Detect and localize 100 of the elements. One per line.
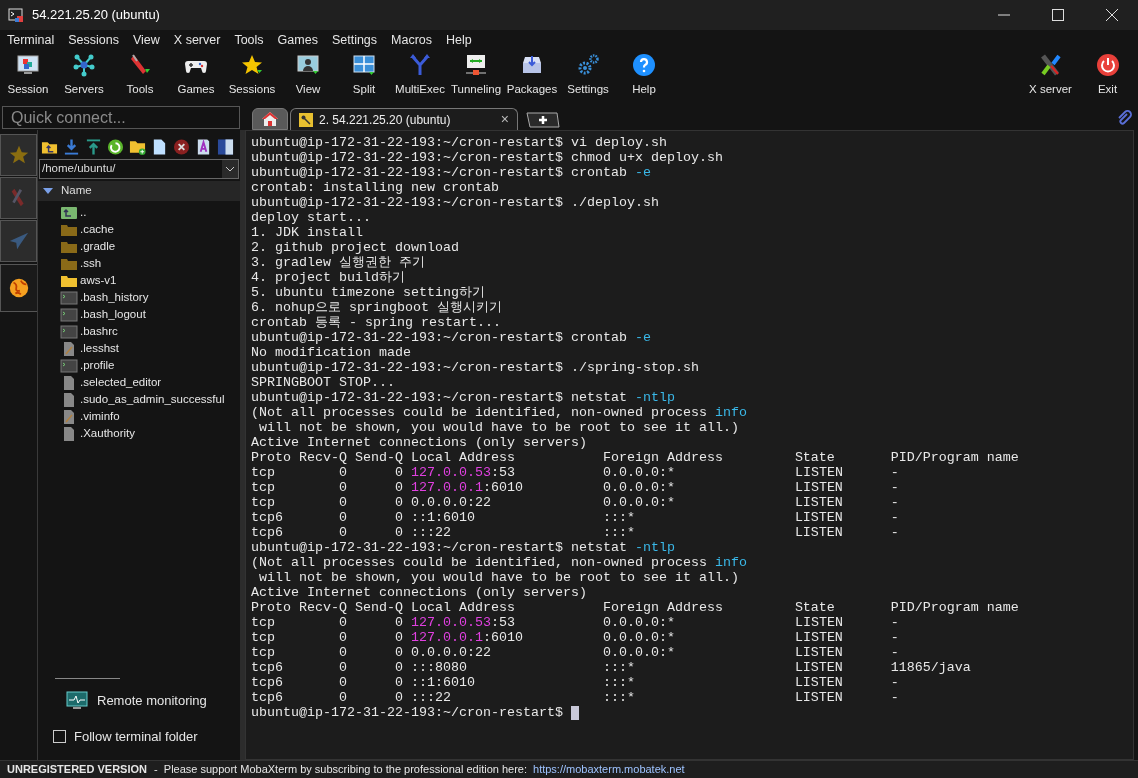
menu-item[interactable]: Help bbox=[446, 31, 472, 50]
file-item[interactable]: .Xauthority bbox=[38, 425, 240, 442]
maximize-icon[interactable] bbox=[1052, 9, 1064, 21]
terminal-line: tcp 0 0 127.0.0.53:53 0.0.0.0:* LISTEN - bbox=[251, 465, 899, 480]
cursor bbox=[570, 705, 579, 720]
knife-icon bbox=[128, 53, 152, 77]
refresh-icon[interactable] bbox=[107, 137, 124, 156]
terminal-line: tcp 0 0 0.0.0.0:22 0.0.0.0:* LISTEN - bbox=[251, 645, 899, 660]
file-item[interactable]: .. bbox=[38, 204, 240, 221]
support-message: - Please support MobaXterm by subscribing to the professional edition here: bbox=[153, 762, 527, 778]
toolbar-button[interactable]: Games bbox=[168, 53, 224, 99]
toolbar-button[interactable]: MultiExec bbox=[392, 53, 448, 99]
follow-folder-checkbox[interactable]: Follow terminal folder bbox=[53, 726, 240, 746]
menu-item[interactable]: X server bbox=[173, 31, 221, 50]
new-tab-icon[interactable] bbox=[526, 112, 560, 128]
file-item[interactable]: .cache bbox=[38, 221, 240, 238]
terminal-line: Proto Recv-Q Send-Q Local Address Foreign Address State PID/Program name bbox=[251, 450, 1019, 465]
app-icon bbox=[8, 7, 24, 23]
toolbar-button[interactable]: Session bbox=[0, 53, 56, 99]
monitor-icon bbox=[66, 690, 88, 711]
toolbar-button[interactable]: Servers bbox=[56, 53, 112, 99]
toolbar-button[interactable]: View bbox=[280, 53, 336, 99]
monitor-person-icon bbox=[296, 53, 320, 77]
terminal-line: 1. JDK install bbox=[251, 225, 363, 240]
path-field[interactable]: /home/ubuntu/ bbox=[39, 159, 239, 179]
power-icon bbox=[1095, 53, 1120, 77]
file-item[interactable]: .ssh bbox=[38, 255, 240, 272]
toolbar-button[interactable]: Sessions bbox=[224, 53, 280, 99]
menu-item[interactable]: Sessions bbox=[68, 31, 119, 50]
terminal-line: No modification made bbox=[251, 345, 411, 360]
file-item[interactable]: aws-v1 bbox=[38, 272, 240, 289]
paperclip-icon[interactable] bbox=[1116, 110, 1132, 126]
file-item[interactable]: .bash_logout bbox=[38, 306, 240, 323]
menu-item[interactable]: Settings bbox=[331, 31, 378, 50]
menu-item[interactable]: Terminal bbox=[7, 31, 55, 50]
close-icon[interactable] bbox=[1106, 9, 1118, 21]
side-tab[interactable] bbox=[0, 264, 37, 312]
toolbar-button[interactable]: Exit bbox=[1079, 53, 1136, 99]
terminal-line: tcp 0 0 127.0.0.53:53 0.0.0.0:* LISTEN - bbox=[251, 615, 899, 630]
file-item[interactable]: .profile bbox=[38, 357, 240, 374]
delete-icon[interactable] bbox=[173, 137, 190, 156]
toolbar-button[interactable]: Settings bbox=[560, 53, 616, 99]
terminal-panel[interactable] bbox=[245, 130, 1134, 760]
fork-icon bbox=[408, 53, 432, 77]
file-item[interactable]: .selected_editor bbox=[38, 374, 240, 391]
text-file-icon[interactable] bbox=[195, 137, 212, 156]
panel-icon[interactable] bbox=[217, 137, 234, 156]
toolbar-button[interactable]: Split bbox=[336, 53, 392, 99]
toolbar-button[interactable]: Tunneling bbox=[448, 53, 504, 99]
menu-item[interactable]: View bbox=[133, 31, 160, 50]
terminal-line: tcp6 0 0 :::22 :::* LISTEN - bbox=[251, 525, 899, 540]
terminal-line: SPRINGBOOT STOP... bbox=[251, 375, 395, 390]
file-item[interactable]: .bash_history bbox=[38, 289, 240, 306]
upload-icon[interactable] bbox=[85, 137, 102, 156]
quick-connect-field[interactable]: Quick connect... bbox=[2, 106, 240, 129]
terminal-line: ubuntu@ip-172-31-22-193:~/cron-restart$ chmod u+x deploy.sh bbox=[251, 150, 723, 165]
unregistered-label: UNREGISTERED VERSION bbox=[7, 762, 147, 778]
toolbar-button[interactable]: Packages bbox=[504, 53, 560, 99]
folder-icon bbox=[60, 256, 78, 271]
file-item[interactable]: .gradle bbox=[38, 238, 240, 255]
terminal-line: tcp 0 0 127.0.0.1:6010 0.0.0.0:* LISTEN - bbox=[251, 480, 899, 495]
toolbar-button[interactable]: Tools bbox=[112, 53, 168, 99]
menu-item[interactable]: Tools bbox=[234, 31, 264, 50]
terminal-line: ubuntu@ip-172-31-22-193:~/cron-restart$ bbox=[251, 705, 564, 720]
file-item[interactable]: .sudo_as_admin_successful bbox=[38, 391, 240, 408]
download-icon[interactable] bbox=[63, 137, 80, 156]
file-item[interactable]: .bashrc bbox=[38, 323, 240, 340]
parent-folder-icon bbox=[60, 205, 78, 220]
terminal-line: Active Internet connections (only servers) bbox=[251, 585, 587, 600]
terminal-line: 3. gradlew 실행권한 주기 bbox=[251, 255, 425, 270]
tunnel-icon bbox=[464, 53, 488, 77]
column-header[interactable]: Name bbox=[38, 181, 240, 201]
website-link[interactable]: https://mobaxterm.mobatek.net bbox=[533, 761, 685, 778]
close-tab-button[interactable]: × bbox=[500, 109, 509, 130]
toolbar-button[interactable]: X server bbox=[1022, 53, 1079, 99]
terminal-line: crontab: installing new crontab bbox=[251, 180, 499, 195]
tab[interactable] bbox=[252, 108, 288, 130]
remote-monitoring-button[interactable]: Remote monitoring bbox=[66, 690, 240, 711]
terminal-line: tcp6 0 0 :::22 :::* LISTEN - bbox=[251, 690, 899, 705]
terminal-line: ubuntu@ip-172-31-22-193:~/cron-restart$ netstat -ntlp bbox=[251, 390, 675, 405]
menu-item[interactable]: Macros bbox=[391, 31, 433, 50]
folder-icon bbox=[60, 222, 78, 237]
terminal-line: 2. github project download bbox=[251, 240, 459, 255]
tab[interactable]: 2. 54.221.25.20 (ubuntu) × bbox=[290, 108, 518, 130]
file-item[interactable]: .viminfo bbox=[38, 408, 240, 425]
terminal-line: tcp 0 0 127.0.0.1:6010 0.0.0.0:* LISTEN - bbox=[251, 630, 899, 645]
file-item[interactable]: .lesshst bbox=[38, 340, 240, 357]
new-file-icon[interactable] bbox=[151, 137, 168, 156]
sort-icon bbox=[43, 187, 53, 195]
monitor-icon bbox=[16, 53, 40, 77]
key-icon bbox=[299, 112, 313, 127]
dropdown-icon[interactable] bbox=[222, 160, 238, 178]
terminal-file-icon bbox=[60, 307, 78, 322]
terminal-line: ubuntu@ip-172-31-22-193:~/cron-restart$ crontab -e bbox=[251, 330, 651, 345]
toolbar-button[interactable]: Help bbox=[616, 53, 672, 99]
terminal-line: ubuntu@ip-172-31-22-193:~/cron-restart$ ./deploy.sh bbox=[251, 195, 659, 210]
terminal-file-icon bbox=[60, 290, 78, 305]
terminal-line: ubuntu@ip-172-31-22-193:~/cron-restart$ ./spring-stop.sh bbox=[251, 360, 699, 375]
terminal-line: 6. nohup으로 springboot 실행시키기 bbox=[251, 300, 502, 315]
menu-item[interactable]: Games bbox=[277, 31, 318, 50]
